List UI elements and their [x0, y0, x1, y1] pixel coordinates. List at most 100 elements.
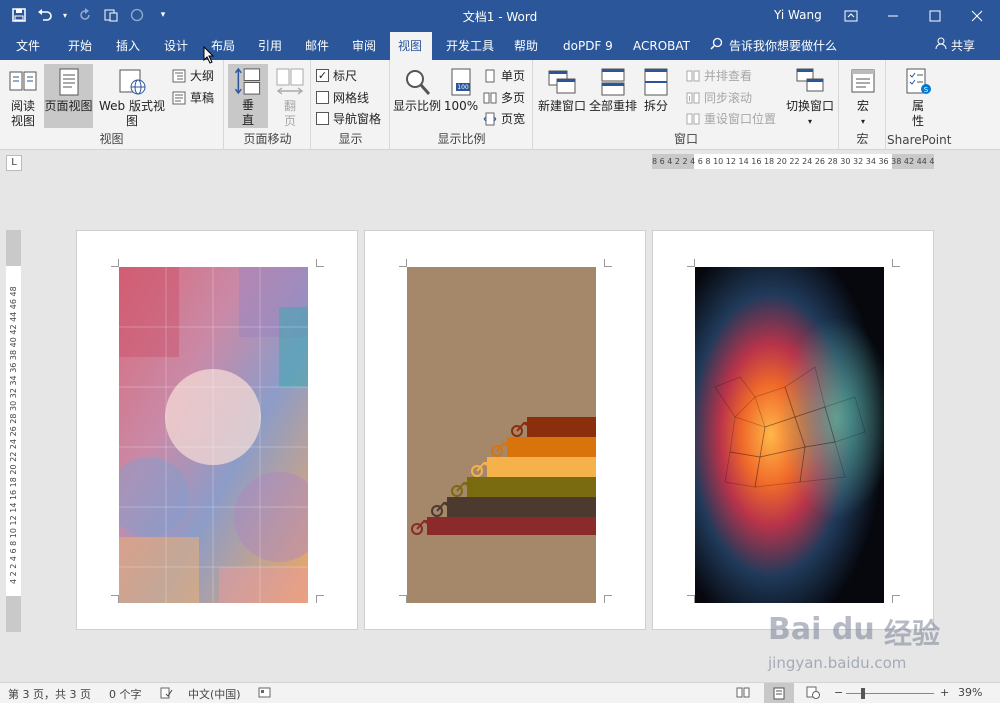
geometric-pastel-image[interactable]: [119, 267, 308, 603]
minimize-icon[interactable]: [872, 0, 914, 32]
zoom-100-button[interactable]: 100 100%: [443, 64, 479, 114]
sync-scroll-button[interactable]: 同步滚动: [686, 89, 752, 106]
svg-text:100: 100: [457, 84, 469, 91]
watermark-logo: Bai du: [768, 612, 875, 647]
side-by-side-button[interactable]: 并排查看: [686, 67, 752, 84]
tab-help[interactable]: 帮助: [506, 32, 546, 60]
gridlines-box-icon: [316, 91, 329, 104]
vertical-button[interactable]: 垂直: [228, 64, 268, 128]
tab-dopdf[interactable]: doPDF 9: [555, 32, 621, 60]
macros-button[interactable]: 宏 ▾: [846, 64, 880, 129]
side-by-side-label: 并排查看: [704, 69, 753, 83]
split-button[interactable]: 拆分: [640, 64, 672, 114]
share-button[interactable]: 共享: [935, 32, 975, 60]
watermark-url: jingyan.baidu.com: [768, 654, 907, 672]
switch-windows-button[interactable]: 切换窗口 ▾: [784, 64, 836, 129]
switch-windows-dropdown-icon: ▾: [807, 117, 812, 126]
group-page-movement: 垂直 翻页 页面移动: [225, 60, 311, 150]
macro-record-icon[interactable]: [258, 686, 271, 702]
web-layout-view-icon[interactable]: [806, 686, 820, 702]
page-2[interactable]: [364, 230, 646, 630]
outline-button[interactable]: 大纲: [172, 67, 214, 84]
ruler-checkbox[interactable]: ✓ 标尺: [316, 67, 357, 84]
print-layout-view-icon[interactable]: [764, 683, 794, 703]
crystal-mosaic-image[interactable]: [695, 267, 884, 603]
tab-mailings[interactable]: 邮件: [297, 32, 337, 60]
tab-view[interactable]: 视图: [390, 32, 432, 60]
maximize-icon[interactable]: [914, 0, 956, 32]
tab-design[interactable]: 设计: [156, 32, 196, 60]
crop-mark: [399, 595, 407, 603]
page-count[interactable]: 第 3 页，共 3 页: [8, 686, 91, 702]
group-window-label: 窗口: [673, 132, 698, 146]
tab-home[interactable]: 开始: [60, 32, 100, 60]
horizontal-ruler[interactable]: 8 6 4 2 2 4 6 8 10 12 14 16 18 20 22 24 …: [652, 154, 934, 169]
language[interactable]: 中文(中国): [188, 686, 241, 702]
zoom-button[interactable]: 显示比例: [393, 64, 441, 114]
close-icon[interactable]: [956, 0, 998, 32]
macros-dropdown-icon: ▾: [860, 117, 865, 126]
crop-mark: [687, 595, 695, 603]
ribbon-display-options-icon[interactable]: [830, 0, 872, 32]
gridlines-label: 网格线: [333, 91, 370, 105]
user-name[interactable]: Yi Wang: [774, 8, 822, 22]
vertical-ruler[interactable]: 4 2 2 4 6 8 10 12 14 16 18 20 22 24 26 2…: [6, 230, 21, 632]
arrange-all-button[interactable]: 全部重排: [589, 64, 637, 114]
zoom-label: 显示比例: [393, 99, 442, 113]
side-by-side-icon: [686, 70, 700, 81]
zoom-out-button[interactable]: −: [834, 686, 843, 699]
zoom-slider-thumb[interactable]: [861, 688, 865, 699]
reset-window-position-button[interactable]: 重设窗口位置: [686, 110, 776, 127]
properties-button[interactable]: S 属性: [901, 64, 935, 129]
group-macros: 宏 ▾ 宏: [840, 60, 886, 150]
draft-button[interactable]: 草稿: [172, 89, 214, 106]
read-mode-view-icon[interactable]: [736, 686, 750, 702]
multiple-pages-icon: [483, 92, 497, 103]
bicycle-stripes-image[interactable]: [407, 267, 596, 603]
sync-scroll-label: 同步滚动: [704, 91, 753, 105]
crop-mark: [111, 259, 119, 267]
side-to-side-button[interactable]: 翻页: [271, 64, 309, 129]
tab-references[interactable]: 引用: [250, 32, 290, 60]
ruler-check-icon: ✓: [316, 69, 329, 82]
page-3[interactable]: [652, 230, 934, 630]
read-mode-button[interactable]: 阅读视图: [4, 64, 42, 129]
page-width-button[interactable]: 页宽: [483, 110, 525, 127]
vertical-scroll-icon: [234, 67, 261, 95]
crop-mark: [399, 259, 407, 267]
tab-developer[interactable]: 开发工具: [438, 32, 502, 60]
nav-pane-checkbox[interactable]: 导航窗格: [316, 110, 381, 127]
zoom-slider[interactable]: [846, 688, 934, 699]
svg-text:S: S: [924, 86, 929, 94]
print-layout-icon: [59, 68, 78, 96]
zoom-in-button[interactable]: +: [940, 686, 949, 699]
nav-pane-box-icon: [316, 112, 329, 125]
tell-me-search[interactable]: 告诉我你想要做什么: [710, 32, 837, 60]
tab-stop-selector[interactable]: L: [6, 155, 22, 171]
draft-label: 草稿: [190, 91, 215, 105]
gridlines-checkbox[interactable]: 网格线: [316, 89, 369, 106]
switch-windows-icon: [796, 68, 824, 92]
tab-review[interactable]: 审阅: [344, 32, 384, 60]
tab-insert[interactable]: 插入: [108, 32, 148, 60]
zoom-level[interactable]: 39%: [958, 686, 982, 699]
side-to-side-icon: [276, 68, 304, 95]
macros-icon: [851, 69, 875, 93]
ribbon: 阅读视图 页面视图 Web 版式视图 大纲 草稿 视图 垂直 翻页 页面移动 ✓…: [0, 60, 1000, 150]
multiple-pages-button[interactable]: 多页: [483, 89, 525, 106]
zoom-100-label: 100%: [443, 99, 479, 113]
web-layout-icon: [119, 69, 146, 95]
sync-scroll-icon: [686, 92, 700, 103]
proofing-icon[interactable]: [160, 686, 173, 702]
split-icon: [644, 68, 668, 96]
horizontal-ruler-labels: 8 6 4 2 2 4 6 8 10 12 14 16 18 20 22 24 …: [652, 157, 934, 166]
word-count[interactable]: 0 个字: [109, 686, 142, 702]
web-layout-button[interactable]: Web 版式视图: [95, 64, 169, 129]
tab-file[interactable]: 文件: [8, 32, 48, 60]
tab-acrobat[interactable]: ACROBAT: [625, 32, 698, 60]
print-layout-button[interactable]: 页面视图: [44, 64, 93, 128]
one-page-button[interactable]: 单页: [483, 67, 525, 84]
new-window-button[interactable]: 新建窗口: [538, 64, 586, 114]
group-macros-label: 宏: [856, 132, 869, 146]
page-1[interactable]: [76, 230, 358, 630]
